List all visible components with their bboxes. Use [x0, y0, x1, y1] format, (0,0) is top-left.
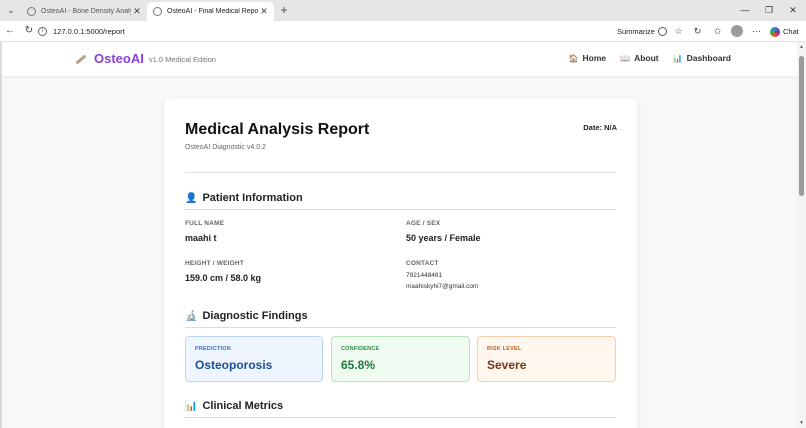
divider: [185, 209, 616, 210]
section-clinical-metrics: 📊 Clinical Metrics: [185, 400, 283, 412]
divider: [185, 172, 616, 173]
restore-icon[interactable]: ❐: [757, 3, 781, 18]
nav-dashboard[interactable]: 📊 Dashboard: [673, 53, 731, 63]
globe-icon: [153, 7, 162, 16]
scroll-up-arrow-icon[interactable]: ▲: [799, 44, 804, 50]
divider: [185, 327, 616, 328]
contact-phone: 7921448461: [406, 272, 443, 279]
nav-label: About: [634, 53, 659, 63]
contact-label: CONTACT: [406, 260, 439, 267]
nav-label: Dashboard: [686, 53, 731, 63]
scrollbar-thumb[interactable]: [799, 56, 804, 196]
summarize-label: Summarize: [617, 27, 655, 36]
url-field[interactable]: i 127.0.0.1:5000/report: [38, 24, 606, 39]
section-title: Patient Information: [202, 192, 303, 204]
copilot-chat-button[interactable]: Chat: [770, 24, 799, 39]
browser-tab-final-report[interactable]: OsteoAI - Final Medical Report ✕: [147, 2, 274, 21]
full-name-value: maahi t: [185, 233, 217, 243]
minimize-icon[interactable]: —: [733, 3, 757, 18]
browser-address-bar: ← ↻ i 127.0.0.1:5000/report Summarize ☆ …: [0, 21, 806, 42]
refresh-extension-icon[interactable]: ↻: [691, 25, 704, 38]
chat-label: Chat: [783, 27, 799, 36]
height-weight-label: HEIGHT / WEIGHT: [185, 260, 244, 267]
report-date: Date: N/A: [583, 123, 617, 132]
confidence-label: CONFIDENCE: [341, 346, 380, 352]
risk-level-card: RISK LEVEL Severe: [477, 336, 616, 382]
summarize-icon: [657, 27, 667, 36]
nav-about[interactable]: 📖 About: [620, 53, 659, 63]
section-patient-information: 👤 Patient Information: [185, 192, 303, 204]
tab-title: OsteoAI - Final Medical Report: [167, 8, 258, 15]
new-tab-plus-icon[interactable]: +: [277, 3, 291, 18]
report-subtitle: OsteoAI Diagnostic v4.0.2: [185, 144, 266, 151]
age-sex-label: AGE / SEX: [406, 220, 441, 227]
site-info-icon[interactable]: i: [38, 27, 47, 36]
browser-tab-bar: ⌄ OsteoAI - Bone Density Analysis ✕ Oste…: [0, 0, 806, 21]
confidence-card: CONFIDENCE 65.8%: [331, 336, 470, 382]
close-icon[interactable]: ✕: [258, 6, 270, 17]
confidence-value: 65.8%: [341, 358, 376, 372]
page-viewport: OsteoAI v1.0 Medical Edition 🏠 Home 📖 Ab…: [0, 42, 806, 428]
brand-name: OsteoAI: [94, 51, 144, 66]
prediction-label: PREDICTION: [195, 346, 231, 352]
report-title: Medical Analysis Report: [185, 121, 370, 138]
section-diagnostic-findings: 🔬 Diagnostic Findings: [185, 310, 308, 322]
risk-level-value: Severe: [487, 358, 527, 372]
refresh-icon[interactable]: ↻: [22, 24, 36, 38]
page-scrollbar[interactable]: ▲ ▼: [797, 42, 806, 428]
main-nav: 🏠 Home 📖 About 📊 Dashboard: [569, 53, 731, 63]
copilot-icon: [770, 26, 780, 37]
scroll-down-arrow-icon[interactable]: ▼: [799, 420, 804, 426]
microscope-icon: 🔬: [185, 310, 198, 322]
bar-chart-icon: 📊: [185, 400, 198, 412]
height-weight-value: 159.0 cm / 58.0 kg: [185, 273, 262, 283]
risk-level-label: RISK LEVEL: [487, 346, 522, 352]
favorites-icon[interactable]: ✩: [711, 25, 724, 38]
section-title: Diagnostic Findings: [202, 310, 308, 322]
favorite-star-icon[interactable]: ☆: [672, 25, 685, 38]
age-sex-value: 50 years / Female: [406, 233, 481, 243]
profile-avatar[interactable]: [731, 25, 743, 37]
nav-home[interactable]: 🏠 Home: [569, 53, 607, 63]
house-icon: 🏠: [568, 53, 579, 63]
section-title: Clinical Metrics: [202, 400, 284, 412]
prediction-value: Osteoporosis: [195, 358, 273, 372]
book-icon: 📖: [620, 53, 631, 63]
report-card: Medical Analysis Report OsteoAI Diagnost…: [164, 99, 637, 428]
tab-title: OsteoAI - Bone Density Analysis: [41, 8, 131, 15]
brand[interactable]: OsteoAI v1.0 Medical Edition: [73, 51, 216, 66]
bone-icon: [73, 53, 89, 65]
close-icon[interactable]: ✕: [131, 6, 143, 17]
divider: [185, 417, 616, 418]
prediction-card: PREDICTION Osteoporosis: [185, 336, 323, 382]
back-arrow-icon[interactable]: ←: [3, 24, 17, 38]
site-header: OsteoAI v1.0 Medical Edition 🏠 Home 📖 Ab…: [2, 42, 797, 76]
full-name-label: FULL NAME: [185, 220, 225, 227]
brand-version: v1.0 Medical Edition: [148, 55, 216, 64]
contact-email: maahiskyhi7@gmail.com: [406, 283, 479, 290]
nav-label: Home: [582, 53, 607, 63]
tab-actions-chevron-icon[interactable]: ⌄: [3, 3, 19, 18]
window-close-icon[interactable]: ✕: [781, 3, 805, 18]
bar-chart-icon: 📊: [672, 53, 683, 63]
browser-tab-bone-density[interactable]: OsteoAI - Bone Density Analysis ✕: [21, 2, 147, 21]
person-icon: 👤: [185, 192, 198, 204]
url-text: 127.0.0.1:5000/report: [53, 27, 125, 36]
summarize-button[interactable]: Summarize: [617, 25, 667, 38]
globe-icon: [27, 7, 36, 16]
more-options-icon[interactable]: ⋯: [750, 25, 763, 38]
